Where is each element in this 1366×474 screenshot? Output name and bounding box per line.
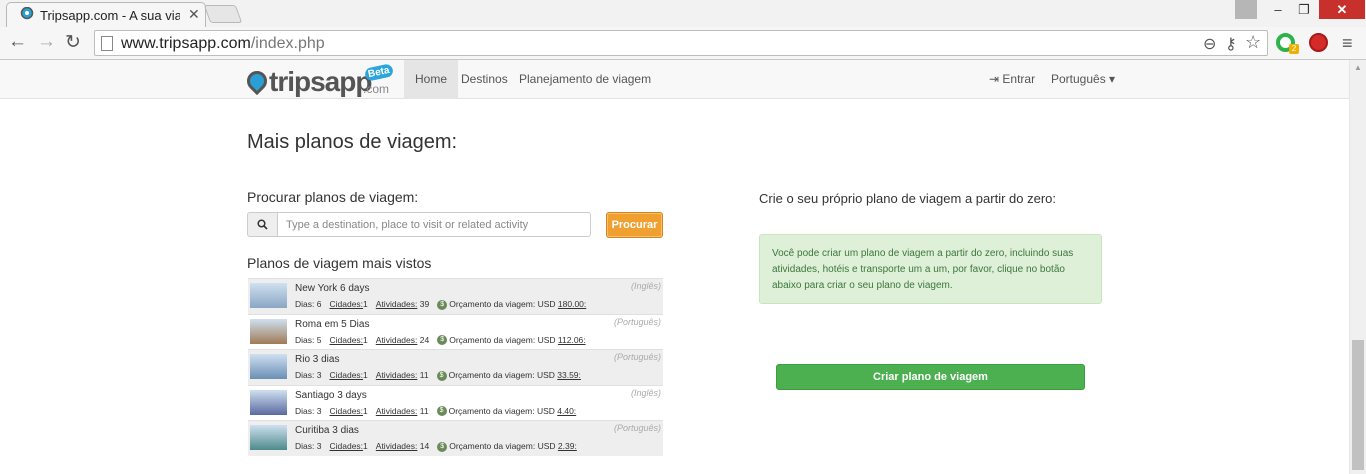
browser-tabstrip: Tripsapp.com - A sua viag ✕ – ❐ ✕: [0, 0, 1366, 27]
restore-button[interactable]: ❐: [1291, 0, 1317, 19]
plan-title[interactable]: Curitiba 3 dias: [295, 425, 359, 436]
plan-title[interactable]: Rio 3 dias: [295, 354, 339, 365]
plan-title[interactable]: New York 6 days: [295, 283, 370, 294]
key-icon[interactable]: ⚷: [1225, 34, 1237, 54]
search-button[interactable]: Procurar: [606, 212, 663, 238]
create-plan-label: Crie o seu próprio plano de viagem a par…: [759, 191, 1056, 206]
tripsapp-favicon-icon: [20, 7, 34, 20]
nav-planejamento[interactable]: Planejamento de viagem: [508, 60, 662, 99]
page-icon: [101, 36, 113, 51]
plan-language: (Português): [613, 352, 661, 362]
url-text: www.tripsapp.com/index.php: [121, 35, 325, 52]
plan-language: (Inglês): [630, 281, 661, 291]
search-label: Procurar planos de viagem:: [247, 189, 419, 205]
plan-meta: Dias: 5 Cidades:1 Atividades: 24 $ Orçamento…: [295, 334, 586, 346]
minimize-button[interactable]: –: [1265, 0, 1291, 19]
money-icon: $: [436, 370, 447, 381]
site-navbar: tripsapp .com Beta Home Destinos Planeja…: [0, 60, 1349, 99]
popular-plans-label: Planos de viagem mais vistos: [247, 255, 432, 271]
logo-text: tripsapp: [269, 66, 372, 97]
tab-title: Tripsapp.com - A sua viag: [40, 8, 180, 23]
tab-close-icon[interactable]: ✕: [188, 6, 200, 23]
money-icon: $: [437, 441, 448, 452]
extension-badge: 2: [1289, 44, 1299, 54]
plan-meta: Dias: 3 Cidades:1 Atividades: 11 $ Orçamento…: [295, 405, 577, 417]
money-icon: $: [437, 335, 448, 346]
plan-row[interactable]: Santiago 3 days Dias: 3 Cidades:1 Atividade…: [248, 384, 663, 420]
caret-down-icon: ▾: [1105, 72, 1116, 86]
plan-thumbnail[interactable]: [250, 318, 287, 344]
address-bar[interactable]: www.tripsapp.com/index.php ⊖ ⚷ ☆: [94, 30, 1268, 56]
user-profile-icon[interactable]: [1235, 0, 1257, 19]
popular-plans-list: New York 6 days Dias: 6 Cidades:1 Atividade…: [248, 278, 663, 456]
logo-com: .com: [363, 82, 390, 96]
browser-tab[interactable]: Tripsapp.com - A sua viag ✕: [6, 2, 206, 27]
new-tab-button[interactable]: [203, 5, 243, 23]
scroll-thumb[interactable]: [1352, 340, 1364, 470]
plan-thumbnail[interactable]: [250, 354, 287, 379]
chrome-menu-icon[interactable]: ≡: [1342, 33, 1353, 54]
plan-thumbnail[interactable]: [250, 283, 287, 308]
language-dropdown[interactable]: Português ▾: [1040, 60, 1126, 99]
login-icon: ⇥: [989, 72, 1003, 86]
close-window-button[interactable]: ✕: [1319, 0, 1365, 19]
zoom-icon[interactable]: ⊖: [1203, 34, 1216, 54]
page-scrollbar[interactable]: ▲: [1349, 60, 1366, 474]
create-plan-info: Você pode criar um plano de viagem a par…: [759, 234, 1102, 304]
bookmark-star-icon[interactable]: ☆: [1245, 32, 1261, 53]
plan-title[interactable]: Roma em 5 Dias: [295, 319, 369, 330]
plan-row[interactable]: Rio 3 dias Dias: 3 Cidades:1 Atividades: 11…: [248, 349, 663, 385]
plan-language: (Inglês): [630, 387, 661, 398]
plan-thumbnail[interactable]: [250, 425, 287, 450]
reload-icon[interactable]: ↻: [65, 31, 81, 54]
plan-meta: Dias: 3 Cidades:1 Atividades: 14 $ Orçamento…: [295, 441, 577, 452]
search-input[interactable]: [277, 212, 591, 237]
plan-language: (Português): [613, 316, 661, 327]
search-icon: [247, 212, 278, 237]
create-plan-button[interactable]: Criar plano de viagem: [776, 364, 1085, 390]
map-pin-icon: [242, 66, 272, 96]
tripsapp-logo[interactable]: tripsapp .com Beta: [242, 63, 397, 99]
plan-meta: Dias: 6 Cidades:1 Atividades: 39 $ Orçamento…: [295, 299, 587, 310]
plan-row[interactable]: New York 6 days Dias: 6 Cidades:1 Atividade…: [248, 278, 663, 314]
browser-toolbar: ← → ↻ www.tripsapp.com/index.php ⊖ ⚷ ☆ ≡: [0, 27, 1366, 60]
red-extension-icon[interactable]: [1309, 33, 1328, 52]
money-icon: $: [437, 299, 448, 310]
page-title: Mais planos de viagem:: [247, 131, 458, 153]
plan-meta: Dias: 3 Cidades:1 Atividades: 11 $ Orçamento…: [295, 370, 581, 381]
login-link[interactable]: ⇥ Entrar: [978, 60, 1046, 99]
scroll-up-icon[interactable]: ▲: [1354, 63, 1362, 72]
plan-row[interactable]: Roma em 5 Dias Dias: 5 Cidades:1 Atividades…: [248, 313, 663, 349]
plan-thumbnail[interactable]: [250, 389, 287, 415]
plan-row[interactable]: Curitiba 3 dias Dias: 3 Cidades:1 Atividade…: [248, 420, 663, 456]
plan-language: (Português): [613, 423, 661, 433]
forward-arrow-icon[interactable]: →: [37, 31, 56, 53]
back-arrow-icon[interactable]: ←: [8, 31, 27, 53]
plan-title[interactable]: Santiago 3 days: [295, 390, 367, 401]
money-icon: $: [436, 406, 447, 417]
search-group: [247, 212, 591, 237]
